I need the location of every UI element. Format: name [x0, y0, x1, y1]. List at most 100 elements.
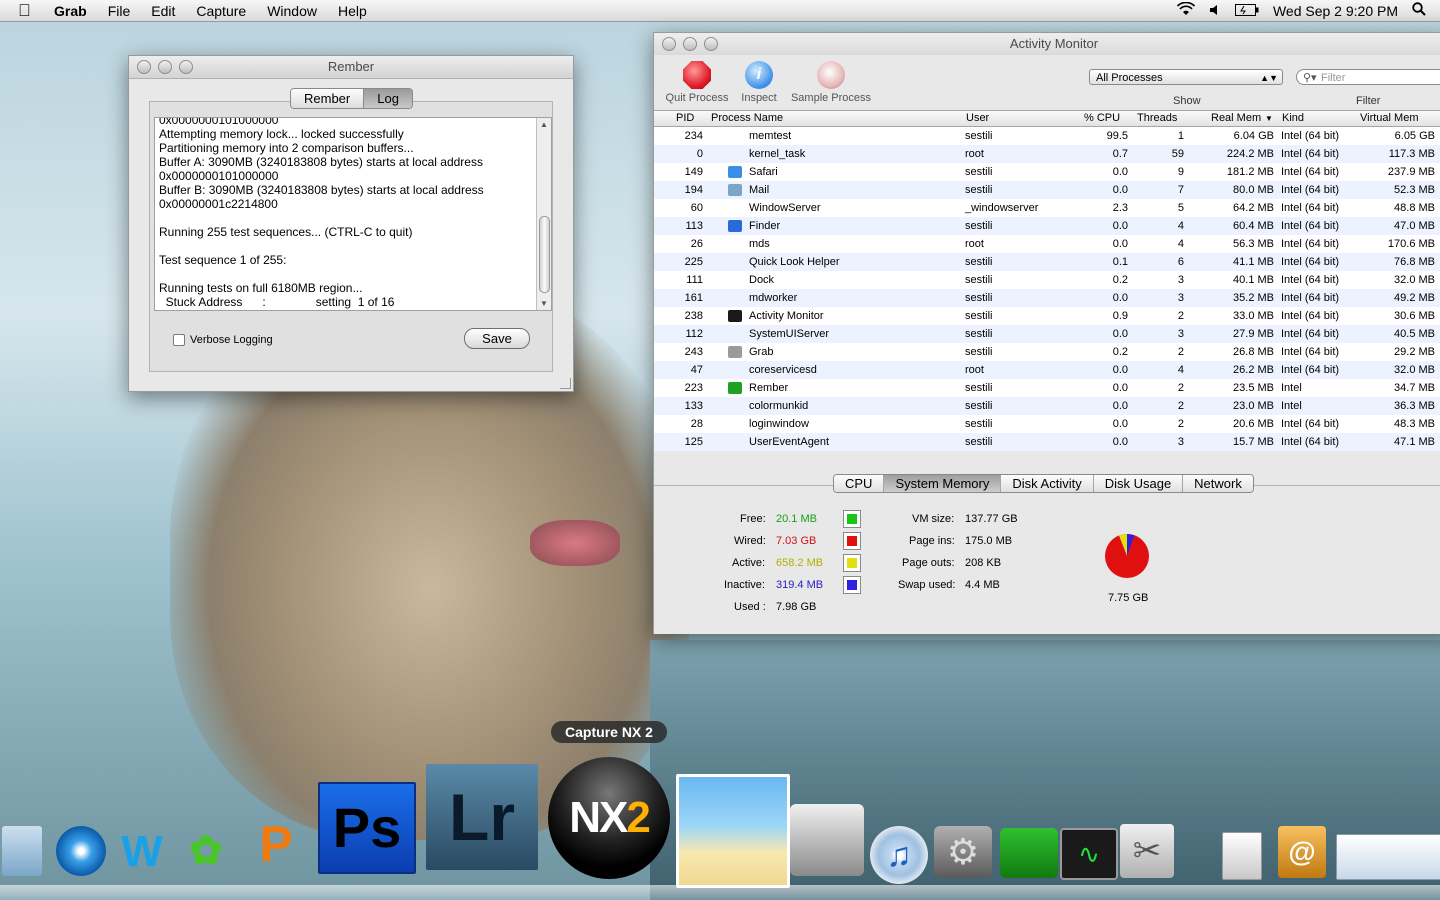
photoshop-icon[interactable]: Ps — [318, 782, 416, 874]
minimize-button[interactable] — [683, 37, 697, 51]
address-book-icon[interactable]: @ — [1278, 826, 1326, 878]
wifi-icon[interactable] — [1176, 1, 1196, 19]
minimize-button[interactable] — [158, 60, 172, 74]
col-threads[interactable]: Threads — [1137, 112, 1177, 124]
col-pid[interactable]: PID — [676, 112, 694, 124]
scroll-down-icon[interactable]: ▼ — [540, 299, 548, 308]
verbose-logging-checkbox[interactable]: Verbose Logging — [173, 334, 273, 346]
cell-pid: 113 — [685, 220, 703, 232]
table-row[interactable]: 26 mds root 0.0 4 56.3 MB Intel (64 bit) 170.6 … — [654, 235, 1440, 253]
table-row[interactable]: 47 coreservicesd root 0.0 4 26.2 MB Intel (64 … — [654, 361, 1440, 379]
table-row[interactable]: 149 Safari sestili 0.0 9 181.2 MB Intel (64 bi… — [654, 163, 1440, 181]
cell-cpu: 0.0 — [1112, 364, 1128, 376]
show-processes-select[interactable]: All Processes ▲▼ — [1089, 69, 1283, 85]
quit-process-button[interactable]: Quit Process — [662, 61, 732, 109]
lightroom-icon[interactable]: Lr — [426, 764, 538, 870]
col-process-name[interactable]: Process Name — [711, 112, 783, 124]
grab-icon[interactable]: ✂ — [1120, 824, 1174, 878]
activity-monitor-icon[interactable]: ∿ — [1060, 828, 1118, 880]
col-kind[interactable]: Kind — [1282, 112, 1304, 124]
time-capsule-icon[interactable] — [1000, 828, 1058, 878]
table-row[interactable]: 225 Quick Look Helper sestili 0.1 6 41.1 MB In… — [654, 253, 1440, 271]
table-row[interactable]: 194 Mail sestili 0.0 7 80.0 MB Intel (64 bit) 5… — [654, 181, 1440, 199]
iwork-w-icon[interactable]: W — [114, 830, 170, 874]
cell-pid: 234 — [684, 130, 703, 142]
checkbox-box[interactable] — [173, 334, 185, 346]
menu-capture[interactable]: Capture — [196, 3, 246, 19]
volume-icon[interactable] — [1209, 3, 1221, 19]
table-row[interactable]: 28 loginwindow sestili 0.0 2 20.6 MB Intel (64… — [654, 415, 1440, 433]
battery-icon[interactable] — [1234, 3, 1259, 19]
menu-app-name[interactable]: Grab — [54, 3, 87, 19]
table-row[interactable]: 161 mdworker sestili 0.0 3 35.2 MB Intel (64 b… — [654, 289, 1440, 307]
col-cpu[interactable]: % CPU — [1084, 112, 1120, 124]
table-row[interactable]: 112 SystemUIServer sestili 0.0 3 27.9 MB Intel… — [654, 325, 1440, 343]
tab-disk-activity[interactable]: Disk Activity — [1000, 475, 1093, 492]
save-button[interactable]: Save — [464, 328, 530, 349]
menu-clock[interactable]: Wed Sep 2 9:20 PM — [1273, 3, 1398, 19]
finder-window-icon[interactable] — [1336, 834, 1440, 880]
log-text-view[interactable]: 0x0000000101000000 Attempting memory loc… — [154, 117, 552, 311]
log-scrollbar[interactable]: ▲ ▼ — [536, 118, 551, 310]
menu-window[interactable]: Window — [267, 3, 317, 19]
table-row[interactable]: 125 UserEventAgent sestili 0.0 3 15.7 MB Intel… — [654, 433, 1440, 451]
itunes-icon[interactable]: ♫ — [870, 826, 928, 884]
cell-real-mem: 6.04 GB — [1233, 130, 1274, 142]
file-icon[interactable] — [1222, 832, 1262, 880]
table-row[interactable]: 111 Dock sestili 0.2 3 40.1 MB Intel (64 bit) 3… — [654, 271, 1440, 289]
close-button[interactable] — [137, 60, 151, 74]
cell-threads: 2 — [1177, 310, 1184, 322]
col-user[interactable]: User — [966, 112, 989, 124]
cell-user: sestili — [965, 328, 993, 340]
table-row[interactable]: 243 Grab sestili 0.2 2 26.8 MB Intel (64 bit) 2… — [654, 343, 1440, 361]
menu-edit[interactable]: Edit — [151, 3, 175, 19]
pages-icon[interactable]: P — [244, 814, 308, 874]
rember-titlebar[interactable]: Rember — [129, 56, 573, 79]
table-row[interactable]: 60 WindowServer _windowserver 2.3 5 64.2 MB In… — [654, 199, 1440, 217]
free-color-swatch[interactable] — [843, 510, 861, 528]
wired-color-swatch[interactable] — [843, 532, 861, 550]
table-row[interactable]: 234 memtest sestili 99.5 1 6.04 GB Intel (64 b… — [654, 127, 1440, 145]
zoom-button[interactable] — [179, 60, 193, 74]
cell-cpu: 0.0 — [1112, 436, 1128, 448]
spotlight-icon[interactable] — [1412, 2, 1426, 19]
scroll-thumb[interactable] — [539, 216, 550, 293]
cell-cpu: 0.0 — [1112, 328, 1128, 340]
tab-system-memory[interactable]: System Memory — [883, 475, 1001, 492]
scroll-up-icon[interactable]: ▲ — [540, 120, 548, 129]
safari-icon[interactable] — [56, 826, 106, 876]
close-button[interactable] — [662, 37, 676, 51]
cell-kind: Intel (64 bit) — [1281, 274, 1340, 286]
menu-help[interactable]: Help — [338, 3, 367, 19]
tab-disk-usage[interactable]: Disk Usage — [1092, 475, 1183, 492]
cell-cpu: 99.5 — [1106, 130, 1128, 142]
active-color-swatch[interactable] — [843, 554, 861, 572]
table-row[interactable]: 238 Activity Monitor sestili 0.9 2 33.0 MB Int… — [654, 307, 1440, 325]
system-preferences-icon[interactable]: ⚙ — [934, 826, 992, 878]
messenger-icon[interactable]: ✿ — [176, 828, 236, 874]
tab-cpu[interactable]: CPU — [834, 475, 884, 492]
col-real-mem[interactable]: Real Mem — [1211, 112, 1261, 124]
zoom-button[interactable] — [704, 37, 718, 51]
image-capture-icon[interactable] — [790, 804, 864, 876]
inactive-color-swatch[interactable] — [843, 576, 861, 594]
inspect-button[interactable]: i Inspect — [736, 61, 782, 109]
am-titlebar[interactable]: Activity Monitor — [654, 33, 1440, 55]
mail-stamp-icon[interactable] — [2, 826, 42, 876]
table-row[interactable]: 113 Finder sestili 0.0 4 60.4 MB Intel (64 bit… — [654, 217, 1440, 235]
iphoto-icon[interactable] — [676, 774, 790, 888]
resize-grip[interactable] — [560, 378, 571, 389]
col-virtual-mem[interactable]: Virtual Mem — [1360, 112, 1418, 124]
table-row[interactable]: 223 Rember sestili 0.0 2 23.5 MB Intel 34.7 MB — [654, 379, 1440, 397]
tab-rember[interactable]: Rember — [291, 89, 364, 108]
filter-search-field[interactable]: ⚲▾ Filter — [1296, 69, 1440, 85]
cell-cpu: 0.0 — [1112, 382, 1128, 394]
sample-process-button[interactable]: Sample Process — [788, 61, 874, 109]
apple-menu-icon[interactable]:  — [18, 1, 38, 21]
tab-network[interactable]: Network — [1182, 475, 1253, 492]
table-row[interactable]: 0 kernel_task root 0.7 59 224.2 MB Intel (64 b… — [654, 145, 1440, 163]
tab-log[interactable]: Log — [363, 89, 412, 108]
table-row[interactable]: 133 colormunkid sestili 0.0 2 23.0 MB Intel 36.… — [654, 397, 1440, 415]
menu-file[interactable]: File — [108, 3, 131, 19]
capture-nx2-icon[interactable]: NX2 — [548, 757, 670, 879]
